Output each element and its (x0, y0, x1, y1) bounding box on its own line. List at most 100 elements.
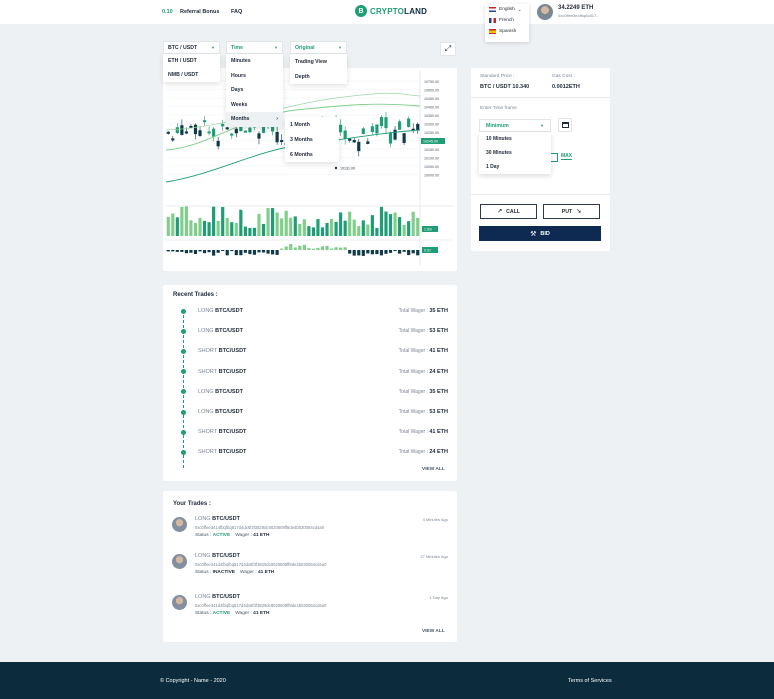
price-chart[interactable]: 10750.00 10500.00 10450.00 10400.00 10350.00… (166, 70, 454, 266)
candle-body (398, 121, 402, 130)
language-option-spanish[interactable]: Spanish (485, 26, 529, 37)
calendar-icon[interactable] (558, 118, 572, 132)
time-option-weeks[interactable]: Weeks (226, 98, 283, 113)
bid-button[interactable]: ⚒ BID (479, 226, 601, 241)
max-button[interactable]: MAX (561, 153, 573, 160)
language-dropdown[interactable]: English ⌄ French Spanish (485, 4, 529, 42)
price-marker-dot (334, 166, 338, 170)
volume-bar (320, 227, 325, 236)
candle-body (202, 120, 207, 123)
call-button[interactable]: ↗ CALL (480, 204, 537, 219)
candle-body (193, 124, 198, 135)
recent-trade-row[interactable]: LONG BTC/USDT Total Wager : 53 ETH (176, 325, 448, 337)
view-option-trading-view[interactable]: Trading View (290, 54, 347, 69)
candle-body (407, 118, 411, 128)
recent-trade-row[interactable]: SHORT BTC/USDT Total Wager : 24 ETH (176, 366, 448, 378)
pair-menu: ETH / USDT NMB / USDT (163, 54, 220, 82)
recent-view-all-link[interactable]: VIEW ALL (422, 467, 445, 472)
volume-bar (329, 218, 334, 236)
months-option[interactable]: 3 Months (285, 132, 339, 147)
time-select[interactable]: Time ▼ (226, 41, 283, 54)
trade-hash: 0xc0ffee341d4fbqfbq817d4dx6f3f3829dc8020… (195, 562, 327, 567)
expand-icon[interactable]: ⤢ (440, 42, 456, 56)
macd-bar (202, 250, 207, 254)
view-select[interactable]: Original ▼ (290, 41, 347, 54)
pair-option[interactable]: NMB / USDT (163, 68, 220, 82)
time-option-months[interactable]: Months › (226, 112, 283, 127)
price-marker-label: 10131.00 (340, 167, 355, 171)
your-trade-row[interactable]: LONG BTC/USDT 1 Day Ago 0xc0ffee341d4fbqfb… (172, 594, 448, 624)
divider (471, 194, 610, 195)
macd-bar (388, 250, 393, 253)
candle-body (184, 131, 188, 134)
timeframe-option[interactable]: 1 Day (479, 160, 551, 174)
referral-bonus-link[interactable]: Referral Bonus (180, 9, 219, 15)
recent-trade-row[interactable]: SHORT BTC/USDT Total Wager : 24 ETH (176, 446, 448, 458)
months-option[interactable]: 6 Months (285, 147, 339, 162)
terms-link[interactable]: Terms of Services (568, 678, 612, 684)
volume-bar (198, 218, 202, 236)
your-trade-row[interactable]: LONG BTC/USDT 27 Minutes Ago 0xc0ffee341d4… (172, 553, 448, 583)
recent-trade-row[interactable]: LONG BTC/USDT Total Wager : 35 ETH (176, 386, 448, 398)
recent-trades-title: Recent Trades : (173, 292, 218, 298)
price-tick-label: 10750.00 (424, 80, 439, 84)
trend-up-icon: ↗ (497, 209, 503, 215)
time-option-hours[interactable]: Hours (226, 69, 283, 84)
france-flag-icon (489, 18, 496, 23)
faq-link[interactable]: FAQ (231, 9, 242, 15)
volume-bar (289, 217, 293, 236)
timeline-dot (181, 389, 186, 395)
volume-bar (261, 223, 266, 236)
your-view-all-link[interactable]: VIEW ALL (422, 629, 445, 634)
candle-body (343, 130, 347, 139)
volume-bar (311, 227, 315, 236)
macd-bar (171, 250, 175, 252)
volume-bar (207, 222, 211, 236)
put-button[interactable]: PUT ↘ (543, 204, 600, 219)
volume-bar (216, 220, 220, 236)
language-option-french[interactable]: French (485, 15, 529, 26)
timeframe-select[interactable]: Minimum ▼ (479, 119, 551, 132)
amount-input-edge[interactable] (551, 153, 558, 162)
timeframe-option[interactable]: 30 Minutes (479, 146, 551, 160)
candle-body (225, 127, 229, 130)
logo[interactable]: B CRYPTOLAND (355, 5, 427, 17)
candle-body (216, 140, 220, 147)
macd-bar (221, 250, 225, 252)
candle-body (388, 132, 393, 144)
candle-body (221, 123, 225, 127)
months-option[interactable]: 1 Month (285, 117, 339, 132)
recent-trade-row[interactable]: LONG BTC/USDT Total Wager : 53 ETH (176, 406, 448, 418)
volume-bar (193, 222, 198, 236)
timeline-dot (181, 429, 186, 435)
macd-bar (411, 250, 415, 254)
candle-body (402, 133, 406, 143)
volume-bar (384, 211, 388, 236)
time-option-minutes[interactable]: Minutes (226, 54, 283, 69)
recent-trade-row[interactable]: SHORT BTC/USDT Total Wager : 41 ETH (176, 426, 448, 438)
volume-bar (225, 217, 229, 236)
macd-bar (352, 250, 356, 256)
recent-trade-row[interactable]: SHORT BTC/USDT Total Wager : 41 ETH (176, 345, 448, 357)
volume-bar (171, 213, 175, 236)
trend-down-icon: ↘ (576, 209, 582, 215)
your-trade-row[interactable]: LONG BTC/USDT 4 Minutes Ago 0xc0ffee3414fb… (172, 516, 448, 546)
footer: © Copyright - Name - 2020 Terms of Servi… (0, 662, 774, 699)
timeframe-option[interactable]: 10 Minutes (479, 132, 551, 146)
volume-bar (352, 219, 356, 236)
macd-bar (243, 250, 247, 253)
volume-bar (184, 206, 188, 236)
macd-bar (175, 250, 179, 252)
pair-option[interactable]: ETH / USDT (163, 54, 220, 68)
view-option-depth[interactable]: Depth (290, 69, 347, 84)
macd-bar (180, 250, 184, 252)
user-avatar[interactable] (537, 4, 553, 20)
view-menu: Trading View Depth (290, 54, 347, 84)
recent-trade-row[interactable]: LONG BTC/USDT Total Wager : 35 ETH (176, 305, 448, 317)
volume-bar (393, 212, 397, 236)
language-option-english[interactable]: English ⌄ (485, 4, 529, 15)
time-option-days[interactable]: Days (226, 83, 283, 98)
macd-bar (343, 247, 347, 250)
pair-select[interactable]: BTC / USDT ▼ (163, 41, 220, 54)
volume-bar (411, 211, 415, 236)
